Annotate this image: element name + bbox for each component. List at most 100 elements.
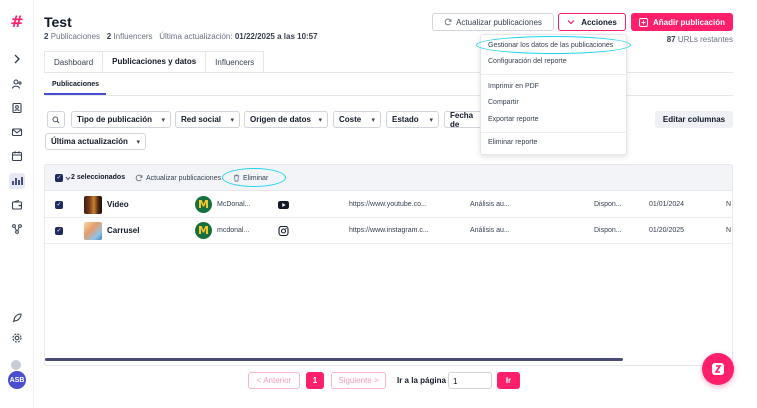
calendar-icon[interactable] bbox=[9, 148, 25, 164]
menu-item-report-settings[interactable]: Configuración del reporte bbox=[488, 58, 567, 65]
tab-dashboard[interactable]: Dashboard bbox=[44, 51, 104, 72]
actions-menu: Gestionar los datos de las publicaciones… bbox=[480, 34, 627, 155]
publications-count: 2 bbox=[44, 32, 49, 41]
delete-selected-button[interactable]: Eliminar bbox=[233, 174, 268, 182]
previous-page-button[interactable]: < Anterior bbox=[248, 372, 300, 389]
menu-item-print-pdf[interactable]: Imprimir en PDF bbox=[488, 83, 539, 90]
wallet-icon[interactable] bbox=[9, 197, 25, 213]
influencers-label: Influencers bbox=[113, 32, 153, 41]
edit-columns-button[interactable]: Editar columnas bbox=[655, 111, 733, 128]
refresh-selected-label: Actualizar publicaciones bbox=[146, 174, 222, 182]
report-tabs: Dashboard Publicaciones y datos Influenc… bbox=[44, 51, 265, 72]
contacts-icon[interactable] bbox=[9, 100, 25, 116]
publication-date: 01/01/2024 bbox=[649, 201, 685, 208]
publication-url[interactable]: https://www.instagram.c... bbox=[349, 227, 429, 234]
remaining-urls: 87 URLs restantes bbox=[667, 35, 733, 44]
actions-label: Acciones bbox=[581, 17, 617, 27]
trash-icon bbox=[233, 174, 240, 182]
availability: Dispon... bbox=[594, 201, 622, 208]
subtab-publications[interactable]: Publicaciones bbox=[52, 81, 99, 88]
filter-label: Estado bbox=[392, 115, 419, 124]
users-icon[interactable] bbox=[9, 76, 25, 92]
availability: Dispon... bbox=[594, 227, 622, 234]
publication-date: 01/20/2025 bbox=[649, 227, 685, 234]
left-sidebar: # ASB bbox=[0, 0, 34, 408]
checkbox-checked-icon: ✓ bbox=[55, 174, 63, 182]
rocket-icon[interactable] bbox=[9, 310, 25, 326]
remaining-urls-label: URLs restantes bbox=[677, 35, 733, 44]
row-checkbox[interactable]: ✓ bbox=[55, 201, 63, 209]
expand-chevron-icon[interactable] bbox=[9, 51, 25, 67]
last-updated-value: 01/22/2025 a las 10:57 bbox=[234, 32, 318, 41]
plus-icon: + bbox=[638, 17, 648, 27]
integrations-icon[interactable] bbox=[9, 221, 25, 237]
filter-status[interactable]: Estado ▾ bbox=[386, 111, 439, 128]
youtube-icon bbox=[278, 201, 289, 209]
update-publications-label: Actualizar publicaciones bbox=[456, 17, 542, 27]
settings-gear-icon[interactable] bbox=[9, 330, 25, 346]
menu-item-export-report[interactable]: Exportar reporte bbox=[488, 116, 539, 123]
goto-page-button[interactable]: Ir bbox=[497, 372, 520, 389]
filter-label: Red social bbox=[181, 115, 222, 124]
filter-data-source[interactable]: Origen de datos ▾ bbox=[244, 111, 328, 128]
brand-logo-icon: M bbox=[195, 196, 212, 213]
influencer-name[interactable]: mcdonal... bbox=[217, 227, 249, 234]
influencer-name[interactable]: McDonal... bbox=[217, 201, 250, 208]
chevron-down-icon: ▾ bbox=[318, 116, 322, 124]
menu-item-share[interactable]: Compartir bbox=[488, 99, 519, 106]
table-row[interactable]: ✓ Video M McDonal... https://www.youtube… bbox=[45, 192, 732, 218]
filter-label: Origen de datos bbox=[250, 115, 311, 124]
filter-social-network[interactable]: Red social ▾ bbox=[175, 111, 240, 128]
next-page-button[interactable]: Siguiente > bbox=[331, 372, 386, 389]
horizontal-scrollbar[interactable] bbox=[45, 358, 623, 361]
remaining-urls-count: 87 bbox=[666, 35, 676, 44]
chevron-down-icon: ▾ bbox=[230, 116, 234, 124]
add-publication-button[interactable]: + Añadir publicación bbox=[631, 13, 733, 31]
menu-item-delete-report[interactable]: Eliminar reporte bbox=[488, 139, 537, 146]
select-all-toggle[interactable]: ✓ bbox=[55, 174, 71, 182]
instagram-icon bbox=[278, 226, 289, 236]
delete-selected-label: Eliminar bbox=[243, 174, 269, 182]
table-row[interactable]: ✓ Carrusel M mcdonal... https://www.inst… bbox=[45, 218, 732, 244]
help-chat-button[interactable] bbox=[702, 353, 734, 385]
chevron-down-icon: ▾ bbox=[136, 138, 140, 146]
chevron-down-icon: ▾ bbox=[429, 116, 433, 124]
publication-name[interactable]: Video bbox=[107, 200, 129, 209]
selected-count: 2 seleccionados bbox=[71, 174, 126, 181]
publication-thumbnail[interactable] bbox=[84, 222, 102, 240]
search-button[interactable] bbox=[47, 111, 65, 128]
filter-last-update[interactable]: Última actualización ▾ bbox=[45, 133, 146, 150]
menu-divider bbox=[481, 74, 626, 75]
refresh-icon bbox=[444, 18, 452, 26]
filter-publication-type[interactable]: Tipo de publicación ▾ bbox=[71, 111, 171, 128]
filter-date[interactable]: Fecha de bbox=[444, 111, 484, 129]
influencers-count: 2 bbox=[106, 32, 112, 41]
tab-influencers[interactable]: Influencers bbox=[205, 51, 265, 72]
publications-label: Publicaciones bbox=[50, 32, 101, 41]
publication-url[interactable]: https://www.youtube.co... bbox=[349, 201, 427, 208]
menu-item-manage-data[interactable]: Gestionar los datos de las publicaciones bbox=[488, 42, 613, 49]
page-1-button[interactable]: 1 bbox=[306, 372, 324, 389]
chevron-down-icon bbox=[567, 20, 575, 25]
analysis-type: Análisis au... bbox=[470, 227, 510, 234]
publications-table: ✓ 2 seleccionados Actualizar publicacion… bbox=[44, 164, 733, 366]
refresh-selected-button[interactable]: Actualizar publicaciones bbox=[135, 174, 221, 182]
update-publications-button[interactable]: Actualizar publicaciones bbox=[432, 13, 554, 31]
app-logo-icon[interactable]: # bbox=[9, 14, 25, 30]
add-publication-label: Añadir publicación bbox=[652, 17, 725, 27]
filter-cost[interactable]: Coste ▾ bbox=[333, 111, 381, 128]
publication-thumbnail[interactable] bbox=[84, 196, 102, 214]
actions-dropdown-button[interactable]: Acciones bbox=[558, 13, 626, 31]
chat-icon bbox=[712, 363, 724, 375]
filter-label: Coste bbox=[339, 115, 362, 124]
goto-page-input[interactable]: 1 bbox=[448, 372, 492, 389]
extra-column: N bbox=[726, 227, 732, 234]
analysis-type: Análisis au... bbox=[470, 201, 510, 208]
user-avatar[interactable]: ASB bbox=[8, 371, 26, 389]
reports-chart-icon[interactable] bbox=[9, 173, 25, 189]
mail-icon[interactable] bbox=[9, 124, 25, 140]
row-checkbox[interactable]: ✓ bbox=[55, 227, 63, 235]
tab-publications-data[interactable]: Publicaciones y datos bbox=[102, 51, 207, 72]
publication-name[interactable]: Carrusel bbox=[107, 226, 139, 235]
report-summary: 2 Publicaciones 2 Influencers Última act… bbox=[44, 32, 318, 41]
